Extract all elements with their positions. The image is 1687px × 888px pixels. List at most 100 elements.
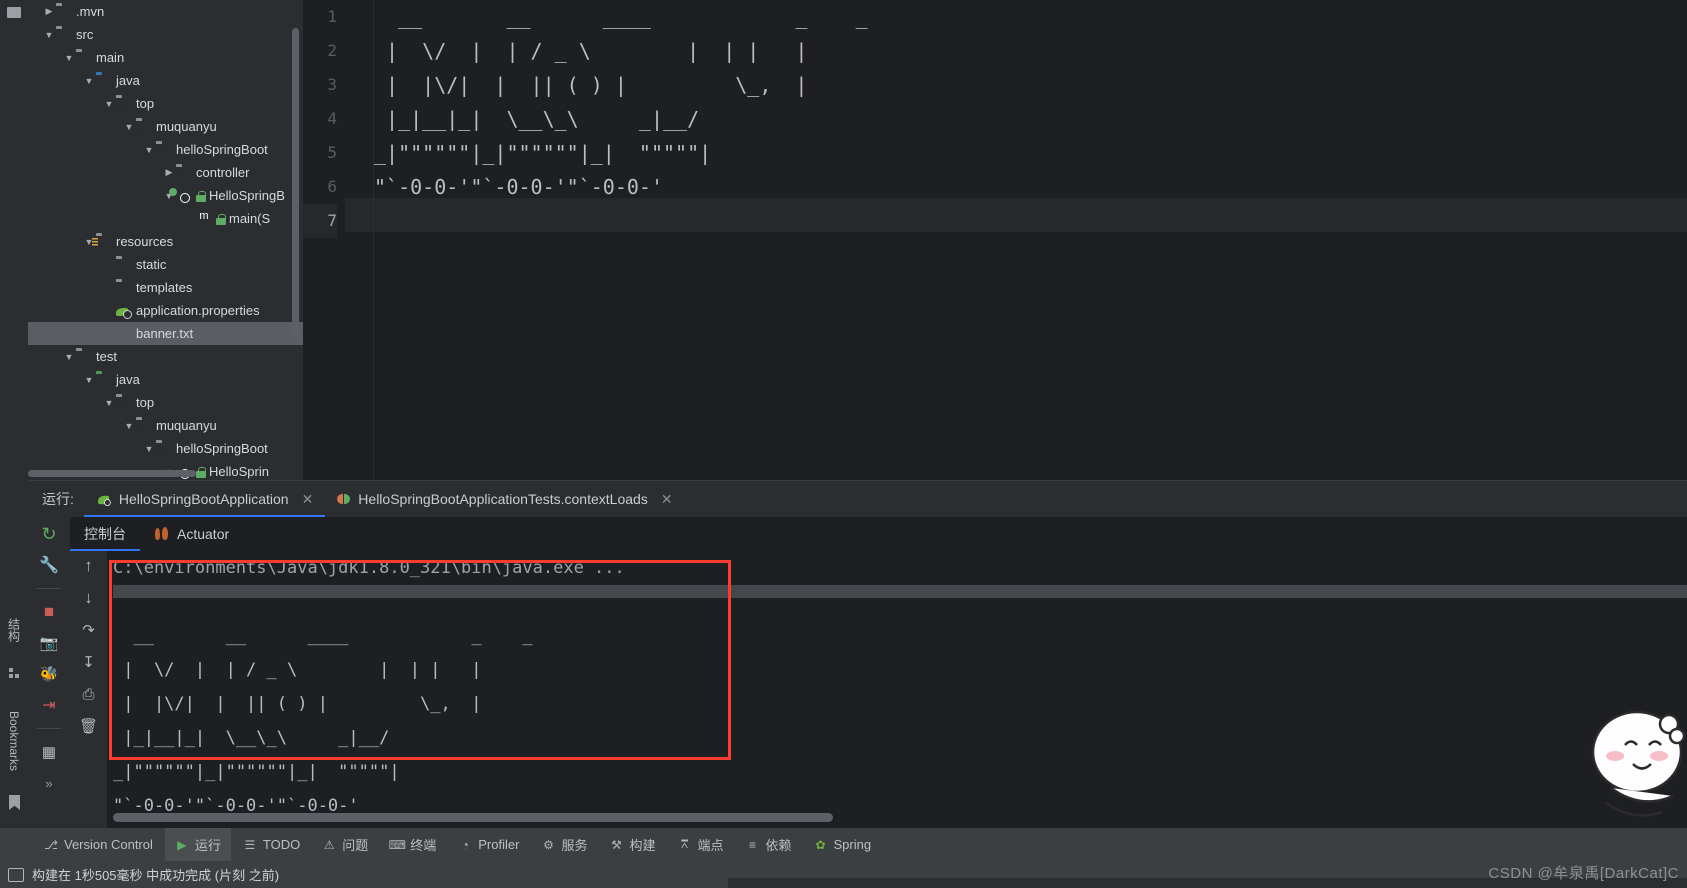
bookmarks-tool-button[interactable]: Bookmarks (0, 695, 28, 787)
project-tree-vertical-scrollbar[interactable] (292, 28, 299, 338)
tree-item-application.properties[interactable]: ▶application.properties (28, 299, 303, 322)
tree-expand-arrow[interactable]: ▼ (82, 74, 96, 88)
clear-all-icon[interactable]: 🗑 (78, 715, 100, 737)
tree-expand-arrow[interactable]: ▼ (122, 120, 136, 134)
bottom-nav-[interactable]: ⩞ 端点 (667, 828, 733, 861)
bottom-nav-spring[interactable]: ✿ Spring (804, 828, 882, 861)
console-output[interactable]: C:\environments\Java\jdk1.8.0_321\bin\ja… (107, 551, 1687, 828)
tree-item-java[interactable]: ▼ java (28, 368, 303, 391)
scroll-down-icon[interactable]: ↓ (78, 587, 100, 609)
code-line: "`-0-0-'"`-0-0-'"`-0-0-' (374, 175, 663, 199)
line-number: 5 (327, 143, 337, 162)
run-tab-bar: 运行: HelloSpringBootApplication ✕ HelloSp… (28, 481, 1687, 517)
editor-code-area[interactable]: __ __ ____ _ _ | \/ | | / _ \ | | | | | … (374, 0, 1687, 480)
tree-item-top[interactable]: ▼ top (28, 391, 303, 414)
debug-icon[interactable]: 🐝 (38, 663, 60, 685)
tree-item-.mvn[interactable]: ▶ .mvn (28, 0, 303, 23)
status-bar-message: 构建在 1秒505毫秒 中成功完成 (片刻 之前) (32, 868, 280, 883)
run-tab-tests-close-icon[interactable]: ✕ (661, 491, 673, 508)
tree-item-muquanyu[interactable]: ▼ muquanyu (28, 414, 303, 437)
console-line: __ __ ____ _ _ (113, 626, 533, 646)
soft-wrap-icon[interactable]: ↷ (78, 619, 100, 641)
folder-icon (56, 4, 72, 20)
tree-item-src[interactable]: ▼ src (28, 23, 303, 46)
bottom-nav-todo[interactable]: ☰ TODO (233, 828, 310, 861)
tree-expand-arrow[interactable]: ▼ (82, 373, 96, 387)
tree-expand-arrow[interactable]: ▼ (142, 143, 156, 157)
play-icon: ▶ (177, 837, 187, 852)
tree-expand-arrow[interactable]: ▼ (142, 442, 156, 456)
tree-item-test[interactable]: ▼ test (28, 345, 303, 368)
toolbar-separator (37, 588, 61, 589)
tree-collapse-arrow[interactable]: ▶ (162, 166, 176, 180)
run-tab-tests[interactable]: HelloSpringBootApplicationTests.contextL… (325, 481, 684, 517)
project-tree-panel[interactable]: ▶ .mvn ▼ src ▼ main ▼ java ▼ top ▼ muquanyu ▼ helloSp… (28, 0, 303, 480)
tree-expand-arrow[interactable]: ▼ (122, 419, 136, 433)
tree-item-resources[interactable]: ▼ resources (28, 230, 303, 253)
tree-collapse-arrow[interactable]: ▶ (42, 5, 56, 19)
tree-item-label: application.properties (136, 303, 260, 318)
run-tab-application[interactable]: HelloSpringBootApplication ✕ (83, 481, 326, 517)
settings-wrench-icon[interactable]: 🔧 (38, 554, 60, 576)
tab-actuator[interactable]: Actuator (140, 517, 243, 551)
bottom-nav-profiler[interactable]: ◔ Profiler (448, 828, 529, 861)
bottom-nav-[interactable]: ⚒ 构建 (599, 828, 665, 861)
tree-item-mains[interactable]: ▶main(S (28, 207, 303, 230)
bottom-nav-versioncontrol[interactable]: ⎇ Version Control (34, 828, 163, 861)
run-tool-window: 运行: HelloSpringBootApplication ✕ HelloSp… (28, 480, 1687, 828)
project-tree-horizontal-scrollbar[interactable] (28, 470, 196, 477)
camera-icon[interactable]: 📷 (38, 632, 60, 654)
scroll-up-icon[interactable]: ↑ (78, 555, 100, 577)
tree-expand-arrow[interactable]: ▼ (102, 97, 116, 111)
tree-item-controller[interactable]: ▶ controller (28, 161, 303, 184)
project-tool-button[interactable] (0, 0, 28, 24)
tree-item-label: java (116, 73, 140, 88)
spring-properties-icon (116, 303, 132, 319)
exit-icon[interactable]: ⇥ (38, 694, 60, 716)
editor-panel[interactable]: 1 2 3 4 5 6 7 __ __ ____ _ _ | \/ | | / _ \ | … (303, 0, 1687, 480)
bottom-nav-[interactable]: ⌨ 终端 (380, 828, 446, 861)
tree-item-banner.txt[interactable]: ▶banner.txt (28, 322, 303, 345)
tree-item-static[interactable]: ▶static (28, 253, 303, 276)
folder-icon (116, 280, 132, 296)
bottom-nav-[interactable]: ≡ 依赖 (736, 828, 802, 861)
tree-expand-arrow[interactable]: ▼ (62, 350, 76, 364)
endpoints-icon: ⩞ (680, 837, 689, 851)
tree-item-hellospringboot[interactable]: ▼ helloSpringBoot (28, 138, 303, 161)
print-icon[interactable]: ⎙ (78, 683, 100, 705)
bottom-nav-label: 依赖 (765, 838, 792, 853)
tree-item-java[interactable]: ▼ java (28, 69, 303, 92)
tree-item-hellospringboot[interactable]: ▼ helloSpringBoot (28, 437, 303, 460)
tree-item-templates[interactable]: ▶templates (28, 276, 303, 299)
scroll-to-end-icon[interactable]: ↧ (78, 651, 100, 673)
tree-item-top[interactable]: ▼ top (28, 92, 303, 115)
rerun-icon[interactable]: ↻ (38, 523, 60, 545)
flame-icon (154, 527, 170, 541)
package-icon (116, 96, 132, 112)
bottom-nav-[interactable]: ⚠ 问题 (312, 828, 378, 861)
tree-item-label: templates (136, 280, 193, 295)
structure-tool-button[interactable]: 结构 (0, 600, 28, 660)
tab-console[interactable]: 控制台 (70, 517, 140, 551)
stop-icon[interactable]: ■ (38, 601, 60, 623)
tree-expand-arrow[interactable]: ▼ (102, 396, 116, 410)
tree-item-label: banner.txt (136, 326, 194, 341)
tree-item-muquanyu[interactable]: ▼ muquanyu (28, 115, 303, 138)
public-access-icon (216, 214, 226, 225)
more-icon[interactable]: » (38, 772, 60, 794)
console-command-line: C:\environments\Java\jdk1.8.0_321\bin\ja… (113, 558, 625, 578)
tree-item-label: controller (196, 165, 250, 180)
run-tab-application-close-icon[interactable]: ✕ (302, 491, 314, 508)
folder-green-icon (96, 372, 112, 388)
bottom-nav-[interactable]: ⚙ 服务 (531, 828, 597, 861)
console-horizontal-scrollbar[interactable] (113, 813, 833, 822)
tree-expand-arrow[interactable]: ▼ (62, 51, 76, 65)
tree-expand-arrow[interactable]: ▼ (42, 28, 56, 42)
layout-icon[interactable]: ▦ (38, 741, 60, 763)
resources-folder-icon (96, 234, 112, 250)
tree-item-label: top (136, 96, 155, 111)
tree-item-main[interactable]: ▼ main (28, 46, 303, 69)
tree-item-hellospringb[interactable]: ▼ HelloSpringB (28, 184, 303, 207)
bottom-nav-[interactable]: ▶ 运行 (164, 828, 231, 861)
tree-item-label: static (136, 257, 167, 272)
